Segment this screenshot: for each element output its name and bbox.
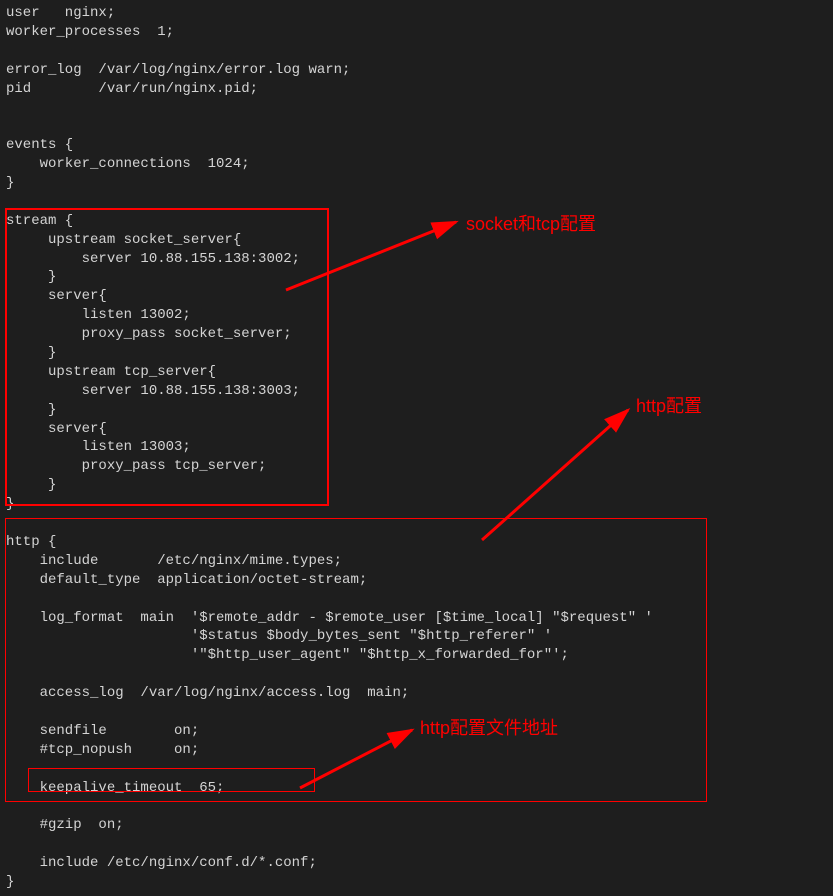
- nginx-config-code: user nginx; worker_processes 1; error_lo…: [0, 0, 833, 896]
